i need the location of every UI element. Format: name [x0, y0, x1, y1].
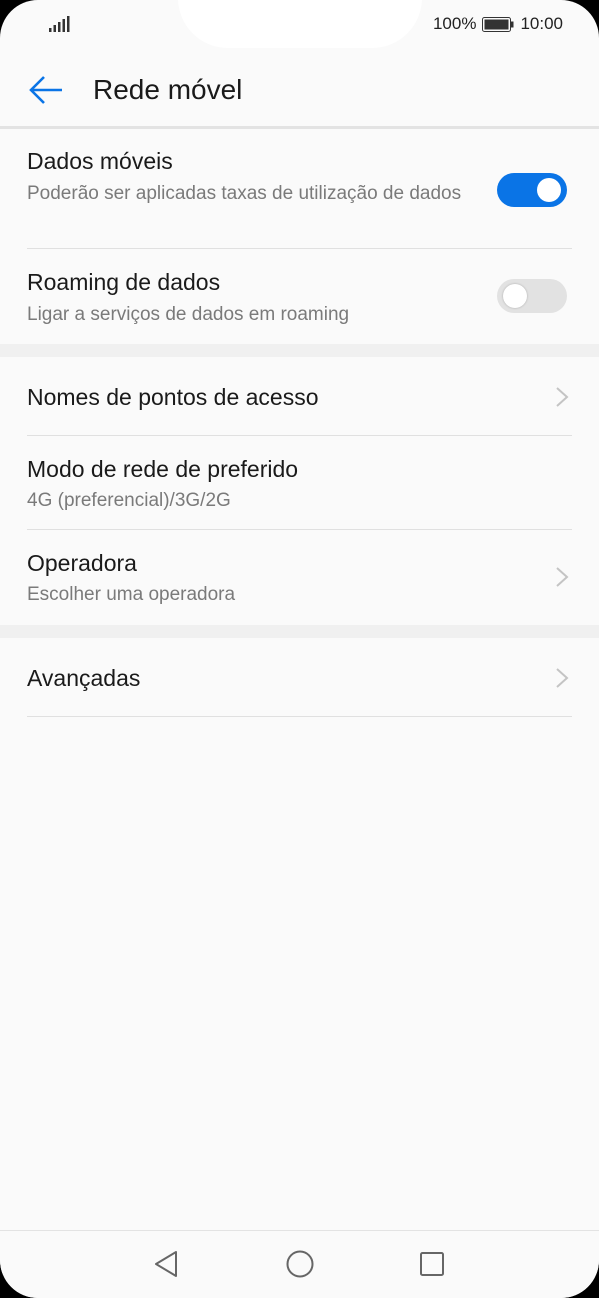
chevron-right-icon [556, 387, 569, 407]
advanced-row[interactable]: Avançadas [0, 638, 599, 716]
header-divider [0, 126, 599, 129]
network-mode-title: Modo de rede de preferido [27, 456, 299, 482]
mobile-data-toggle[interactable] [497, 173, 567, 207]
apn-row[interactable]: Nomes de pontos de acesso [0, 357, 599, 435]
battery-icon [482, 16, 514, 32]
toggle-knob [537, 178, 561, 202]
roaming-title: Roaming de dados [27, 269, 221, 295]
status-bar: 100% 10:00 [0, 0, 599, 50]
square-recents-icon[interactable] [415, 1247, 449, 1281]
advanced-title: Avançadas [27, 665, 141, 691]
battery-percent: 100% [432, 14, 477, 33]
mobile-data-title: Dados móveis [27, 148, 173, 174]
network-mode-row[interactable]: Modo de rede de preferido 4G (preferenci… [0, 436, 599, 529]
carrier-subtitle: Escolher uma operadora [27, 584, 236, 605]
roaming-subtitle: Ligar a serviços de dados em roaming [27, 304, 350, 325]
toggle-knob [503, 284, 527, 308]
back-button[interactable] [26, 70, 66, 110]
mobile-data-subtitle: Poderão ser aplicadas taxas de utilizaçã… [27, 183, 462, 204]
triangle-back-icon[interactable] [150, 1247, 184, 1281]
clock: 10:00 [520, 14, 563, 33]
roaming-row[interactable]: Roaming de dados Ligar a serviços de dad… [0, 249, 599, 344]
phone-screen: 100% 10:00 Rede móvel Dados móveis Poder… [0, 0, 599, 1298]
mobile-data-row[interactable]: Dados móveis Poderão ser aplicadas taxas… [0, 130, 599, 248]
chevron-right-icon [556, 567, 569, 587]
circle-home-icon[interactable] [283, 1247, 317, 1281]
roaming-toggle[interactable] [497, 279, 567, 313]
carrier-row[interactable]: Operadora Escolher uma operadora [0, 530, 599, 625]
page-title: Rede móvel [93, 74, 243, 105]
divider [27, 716, 572, 717]
apn-title: Nomes de pontos de acesso [27, 384, 319, 410]
carrier-title: Operadora [27, 550, 137, 576]
status-right: 100% 10:00 [433, 14, 563, 34]
app-header: Rede móvel [0, 50, 599, 126]
signal-icon [49, 16, 70, 32]
network-mode-subtitle: 4G (preferencial)/3G/2G [27, 490, 231, 511]
section-separator [0, 344, 599, 357]
section-separator [0, 625, 599, 638]
notch [178, 0, 422, 48]
navigation-bar [0, 1231, 599, 1298]
arrow-left-icon [29, 76, 62, 104]
chevron-right-icon [556, 668, 569, 688]
